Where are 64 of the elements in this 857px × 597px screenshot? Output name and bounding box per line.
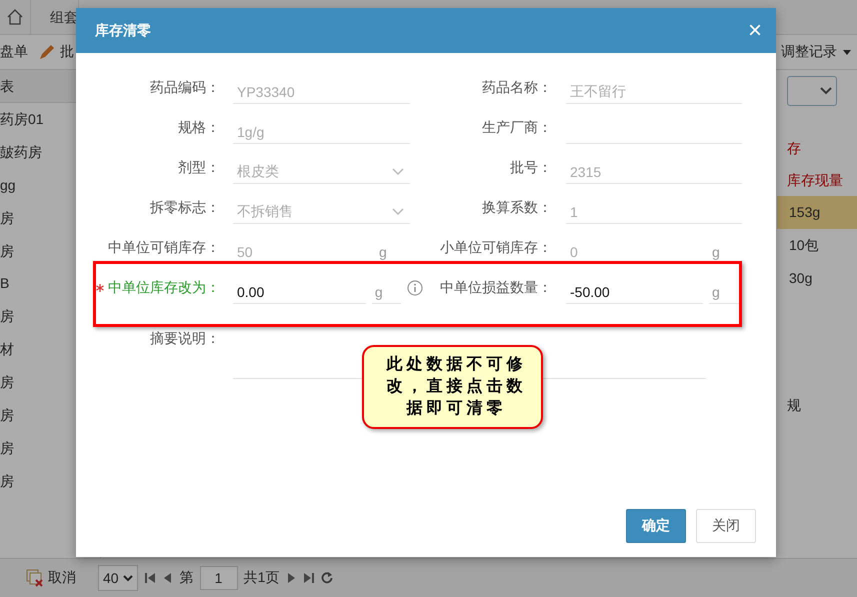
filter-label: 存 [787, 139, 801, 158]
next-page-icon[interactable] [285, 572, 298, 584]
chevron-icon [820, 87, 832, 95]
caret-icon [843, 50, 851, 54]
cancel-button[interactable]: 取消 [26, 569, 76, 587]
list-item[interactable]: gg [0, 168, 16, 202]
dialog-title: 库存清零 [95, 22, 151, 40]
toolbar-button[interactable]: 批 [38, 43, 74, 61]
page-input[interactable]: 1 [200, 566, 238, 590]
list-item[interactable]: 房 [0, 234, 14, 268]
page-label: 第 [180, 569, 194, 587]
select-field[interactable] [787, 76, 837, 106]
column-header: 库存现量 [787, 171, 843, 190]
chevron-icon [122, 574, 133, 582]
toolbar-button[interactable]: 盘单 [0, 43, 28, 61]
field-label: 摘要说明： [149, 330, 220, 348]
input-field[interactable]: -50.00 [566, 280, 703, 304]
chevron-icon [392, 168, 404, 176]
input-field[interactable]: 0.00 [233, 280, 366, 304]
first-page-icon[interactable] [144, 572, 156, 584]
field-label: 药品编码： [149, 79, 220, 97]
close-button[interactable]: 关闭 [696, 509, 756, 543]
list-item[interactable]: 房 [0, 366, 14, 400]
field-label: 中单位库存改为： [76, 279, 220, 297]
field-label: 生产厂商： [481, 119, 552, 137]
table-cell-text: 30g [788, 269, 814, 288]
column-header: 规 [787, 396, 801, 415]
confirm-button[interactable]: 确定 [626, 509, 686, 543]
unit-label: g [372, 280, 401, 304]
table-cell-text: 10包 [788, 236, 820, 255]
refresh-icon[interactable] [321, 572, 334, 584]
field-label: 批号： [509, 159, 552, 177]
field-label: 药品名称： [481, 79, 552, 97]
chevron-icon [392, 208, 404, 216]
page-size-select[interactable]: 40 [98, 565, 138, 591]
note-tooltip: 此处数据不可修改，直接点击数据即可清零 [362, 345, 543, 429]
table-cell: 153g [777, 196, 857, 229]
field-label: 中单位可销库存： [107, 239, 220, 257]
home-icon [6, 8, 24, 26]
list-item[interactable]: 房 [0, 399, 14, 432]
list-item[interactable]: 材 [0, 333, 14, 366]
field-label: 规格： [177, 119, 220, 137]
list-item[interactable]: 皷药房 [0, 136, 42, 169]
previous-page-icon[interactable] [162, 572, 174, 584]
records-menu[interactable]: 调整记录 [781, 43, 851, 61]
page-total: 共1页 [244, 569, 280, 587]
last-page-icon[interactable] [303, 572, 316, 584]
list-item[interactable]: 房 [0, 464, 14, 498]
pencil-icon [38, 43, 56, 61]
close-button[interactable]: × [748, 18, 762, 42]
list-item[interactable]: 房 [0, 300, 14, 334]
list-item[interactable]: 药房01 [0, 103, 44, 136]
field-label: 中单位损益数量： [439, 279, 552, 297]
required-icon [96, 284, 104, 292]
field-label: 拆零标志： [149, 199, 220, 217]
field-label: 剂型： [177, 159, 220, 177]
list-item[interactable]: 房 [0, 432, 14, 465]
list-item[interactable]: B [0, 267, 10, 300]
unit-label: g [709, 240, 739, 264]
cancel-icon [26, 569, 44, 587]
list-item[interactable]: 房 [0, 202, 14, 235]
field-label: 换算系数： [481, 199, 552, 217]
field-label: 小单位可销库存： [439, 239, 552, 257]
unit-label: g [376, 240, 406, 264]
